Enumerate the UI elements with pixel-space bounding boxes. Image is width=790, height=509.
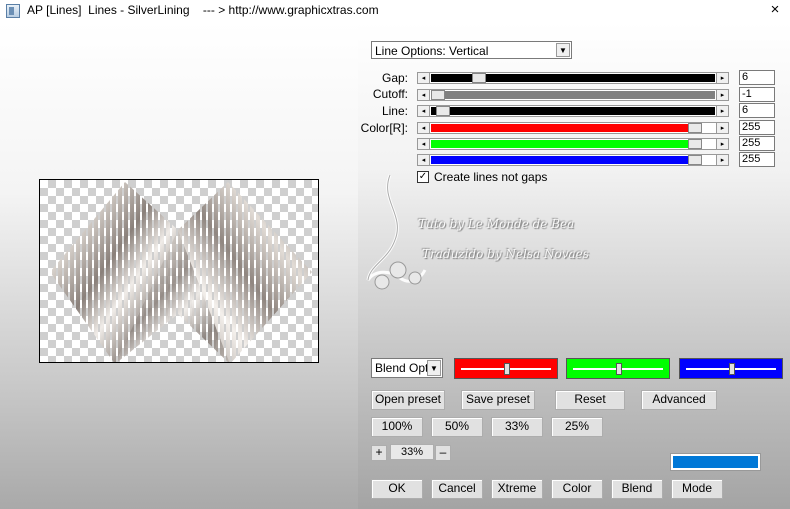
zoom-100-button[interactable]: 100% bbox=[371, 417, 423, 437]
arrow-right-icon[interactable]: ▸ bbox=[716, 155, 728, 165]
create-lines-not-gaps-checkbox[interactable]: ✓ bbox=[417, 171, 429, 183]
arrow-left-icon[interactable]: ◂ bbox=[418, 90, 430, 100]
slider-fill bbox=[431, 91, 715, 99]
slider-thumb[interactable] bbox=[688, 155, 702, 165]
arrow-left-icon[interactable]: ◂ bbox=[418, 139, 430, 149]
title-bar: AP [Lines] Lines - SilverLining --- > ht… bbox=[0, 0, 790, 22]
zoom-50-button[interactable]: 50% bbox=[431, 417, 483, 437]
blend-color-slider[interactable] bbox=[454, 358, 558, 379]
zoom-out-button[interactable]: – bbox=[435, 445, 451, 461]
slider-track[interactable]: ◂ ▸ bbox=[417, 122, 729, 134]
slider-thumb[interactable] bbox=[688, 139, 702, 149]
xtreme-button[interactable]: Xtreme bbox=[491, 479, 543, 499]
create-lines-not-gaps-row[interactable]: ✓ Create lines not gaps bbox=[417, 170, 547, 184]
zoom-in-button[interactable]: + bbox=[371, 445, 387, 461]
arrow-left-icon[interactable]: ◂ bbox=[418, 106, 430, 116]
blend-button[interactable]: Blend bbox=[611, 479, 663, 499]
line-options-dropdown[interactable]: Line Options: Vertical ▼ bbox=[371, 41, 572, 59]
zoom-25-button[interactable]: 25% bbox=[551, 417, 603, 437]
blend-color-slider[interactable] bbox=[679, 358, 783, 379]
slider-fill bbox=[431, 156, 695, 164]
create-lines-not-gaps-label: Create lines not gaps bbox=[434, 170, 548, 184]
slider-value-input[interactable]: 6 bbox=[739, 103, 775, 118]
slider-fill bbox=[431, 107, 715, 115]
cancel-button[interactable]: Cancel bbox=[431, 479, 483, 499]
chevron-down-icon: ▼ bbox=[556, 43, 570, 57]
slider-label: Cutoff: bbox=[372, 87, 408, 101]
preview-image bbox=[50, 182, 312, 362]
ok-button[interactable]: OK bbox=[371, 479, 423, 499]
zoom-33-button[interactable]: 33% bbox=[491, 417, 543, 437]
mini-slider-thumb[interactable] bbox=[729, 363, 735, 375]
slider-label: Color[R]: bbox=[360, 121, 408, 135]
arrow-left-icon[interactable]: ◂ bbox=[418, 73, 430, 83]
slider-value-input[interactable]: 6 bbox=[739, 70, 775, 85]
chevron-down-icon: ▼ bbox=[427, 360, 441, 376]
arrow-left-icon[interactable]: ◂ bbox=[418, 155, 430, 165]
slider-track[interactable]: ◂ ▸ bbox=[417, 154, 729, 166]
blend-options-dropdown[interactable]: Blend Optic ▼ bbox=[371, 358, 443, 378]
blend-color-slider[interactable] bbox=[566, 358, 670, 379]
arrow-right-icon[interactable]: ▸ bbox=[716, 106, 728, 116]
window-title: AP [Lines] Lines - SilverLining --- > ht… bbox=[27, 3, 379, 17]
slider-value-input[interactable]: 255 bbox=[739, 152, 775, 167]
slider-value-input[interactable]: 255 bbox=[739, 120, 775, 135]
slider-track[interactable]: ◂ ▸ bbox=[417, 138, 729, 150]
zoom-value: 33% bbox=[390, 444, 434, 460]
slider-label: Line: bbox=[381, 104, 408, 118]
advanced-button[interactable]: Advanced bbox=[641, 390, 717, 410]
color-button[interactable]: Color bbox=[551, 479, 603, 499]
open-preset-button[interactable]: Open preset bbox=[371, 390, 445, 410]
slider-thumb[interactable] bbox=[431, 90, 445, 100]
arrow-right-icon[interactable]: ▸ bbox=[716, 90, 728, 100]
reset-button[interactable]: Reset bbox=[555, 390, 625, 410]
slider-value-input[interactable]: -1 bbox=[739, 87, 775, 102]
mini-slider-thumb[interactable] bbox=[616, 363, 622, 375]
arrow-left-icon[interactable]: ◂ bbox=[418, 123, 430, 133]
slider-fill bbox=[431, 124, 695, 132]
slider-fill bbox=[431, 140, 695, 148]
slider-track[interactable]: ◂ ▸ bbox=[417, 105, 729, 117]
preview-canvas[interactable] bbox=[39, 179, 319, 363]
slider-value-input[interactable]: 255 bbox=[739, 136, 775, 151]
save-preset-button[interactable]: Save preset bbox=[461, 390, 535, 410]
line-options-value: Line Options: Vertical bbox=[375, 44, 489, 58]
close-button[interactable]: × bbox=[760, 0, 790, 22]
mode-button[interactable]: Mode bbox=[671, 479, 723, 499]
arrow-right-icon[interactable]: ▸ bbox=[716, 139, 728, 149]
mini-slider-thumb[interactable] bbox=[504, 363, 510, 375]
slider-label: Gap: bbox=[381, 71, 408, 85]
arrow-right-icon[interactable]: ▸ bbox=[716, 123, 728, 133]
app-icon bbox=[6, 4, 20, 18]
slider-thumb[interactable] bbox=[472, 73, 486, 83]
slider-track[interactable]: ◂ ▸ bbox=[417, 89, 729, 101]
preview-panel bbox=[0, 22, 358, 509]
arrow-right-icon[interactable]: ▸ bbox=[716, 73, 728, 83]
slider-thumb[interactable] bbox=[436, 106, 450, 116]
current-color-swatch[interactable] bbox=[670, 453, 761, 471]
slider-thumb[interactable] bbox=[688, 123, 702, 133]
slider-track[interactable]: ◂ ▸ bbox=[417, 72, 729, 84]
